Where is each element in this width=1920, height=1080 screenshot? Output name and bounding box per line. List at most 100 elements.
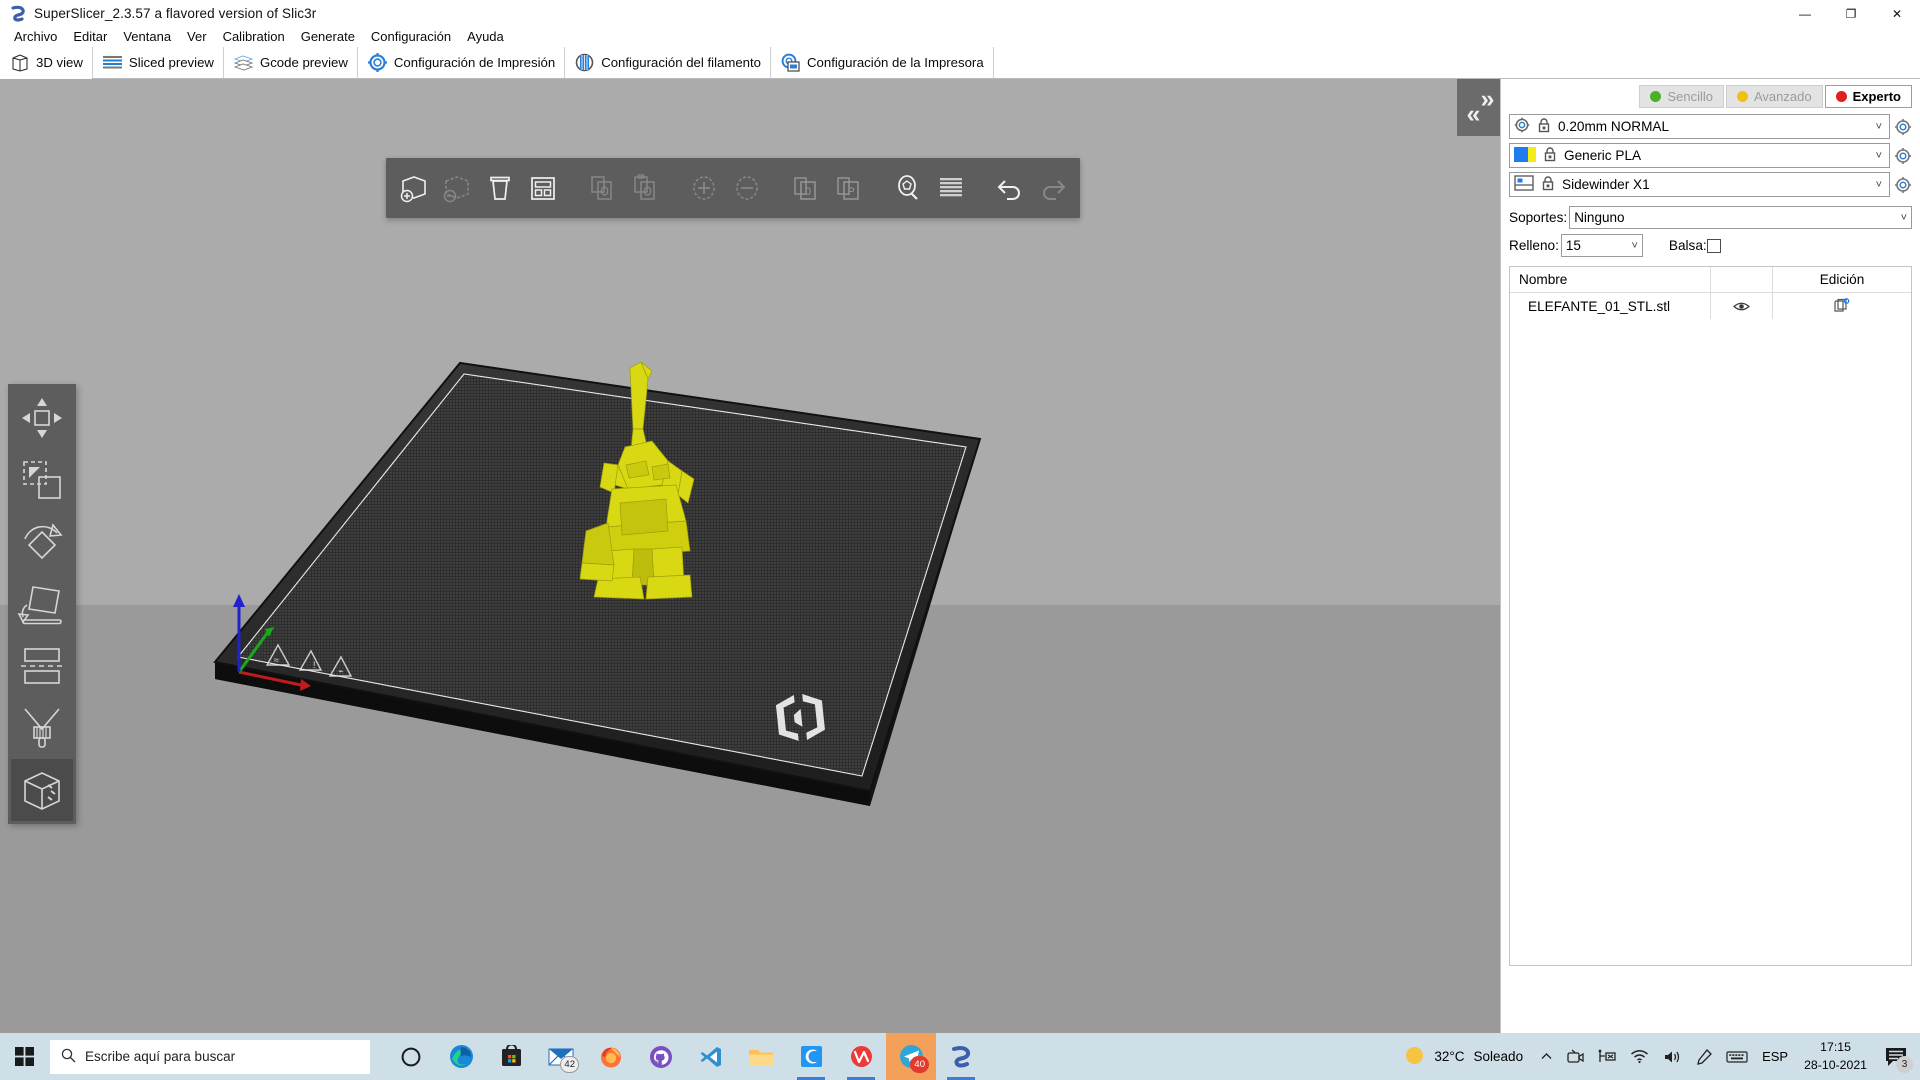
close-button[interactable]: ✕ — [1874, 0, 1920, 27]
infill-combo[interactable]: 15 ˅ — [1560, 234, 1643, 257]
svg-text:!: ! — [313, 660, 316, 670]
superslicer-icon[interactable] — [936, 1033, 986, 1080]
menu-editar[interactable]: Editar — [65, 27, 115, 47]
mode-label: Sencillo — [1667, 89, 1713, 104]
tab-label: Gcode preview — [259, 55, 348, 70]
menu-generate[interactable]: Generate — [293, 27, 363, 47]
mode-button-avanzado[interactable]: Avanzado — [1726, 85, 1823, 108]
notifications-button[interactable]: 3 — [1876, 1033, 1916, 1080]
vivaldi-icon[interactable] — [836, 1033, 886, 1080]
github-desktop-icon[interactable] — [636, 1033, 686, 1080]
column-header-visibility — [1710, 266, 1772, 293]
volume-icon[interactable] — [1656, 1033, 1689, 1080]
filament-preset-combo[interactable]: Generic PLA ˅ — [1509, 143, 1890, 168]
menu-configuracion[interactable]: Configuración — [363, 27, 459, 47]
pen-icon[interactable] — [1689, 1033, 1719, 1080]
tab-bar: 3D view Sliced preview Gcode preview Con… — [0, 47, 1920, 79]
copy-icon[interactable] — [580, 165, 623, 211]
raft-checkbox[interactable] — [1706, 238, 1721, 253]
variable-layer-height-icon[interactable] — [929, 165, 972, 211]
object-settings-icon[interactable] — [1772, 293, 1911, 319]
telegram-icon[interactable]: 40 — [886, 1033, 936, 1080]
search-input[interactable]: Escribe aquí para buscar — [50, 1039, 370, 1074]
microsoft-store-icon[interactable] — [486, 1033, 536, 1080]
redo-icon[interactable] — [1031, 165, 1074, 211]
mode-button-experto[interactable]: Experto — [1824, 85, 1912, 108]
search-icon[interactable] — [886, 165, 929, 211]
usb-eject-icon[interactable] — [1591, 1033, 1623, 1080]
weather-widget[interactable]: 32°C Soleado — [1394, 1033, 1533, 1080]
supports-row: Soportes: Ninguno ˅ — [1509, 206, 1912, 229]
rotate-gizmo-icon[interactable] — [11, 511, 73, 573]
menu-ayuda[interactable]: Ayuda — [459, 27, 512, 47]
file-explorer-icon[interactable] — [736, 1033, 786, 1080]
filament-spool-icon — [574, 52, 595, 73]
minimize-button[interactable]: — — [1782, 0, 1828, 27]
printer-preset-combo[interactable]: Sidewinder X1 ˅ — [1509, 172, 1890, 197]
mode-button-sencillo[interactable]: Sencillo — [1639, 85, 1724, 108]
firefox-icon[interactable] — [586, 1033, 636, 1080]
tab-3d-view[interactable]: 3D view — [0, 47, 93, 79]
menu-ver[interactable]: Ver — [179, 27, 215, 47]
collapse-sidebar-button[interactable]: » « — [1457, 79, 1500, 136]
add-icon[interactable] — [392, 165, 435, 211]
show-hidden-icons-chevron-icon[interactable] — [1533, 1033, 1560, 1080]
lock-icon — [1543, 146, 1557, 165]
move-gizmo-icon[interactable] — [11, 387, 73, 449]
menu-archivo[interactable]: Archivo — [6, 27, 65, 47]
table-row[interactable]: ELEFANTE_01_STL.stl — [1510, 293, 1911, 319]
weather-desc: Soleado — [1473, 1049, 1524, 1064]
place-on-face-gizmo-icon[interactable] — [11, 573, 73, 635]
tab-filament-settings[interactable]: Configuración del filamento — [565, 47, 771, 78]
remove-instance-icon[interactable] — [725, 165, 768, 211]
chevron-right-double-icon: » — [1480, 84, 1495, 113]
scale-gizmo-icon[interactable] — [11, 449, 73, 511]
undo-icon[interactable] — [988, 165, 1031, 211]
clock[interactable]: 17:15 28-10-2021 — [1795, 1033, 1876, 1080]
paint-support-gizmo-icon[interactable] — [11, 697, 73, 759]
tab-print-settings[interactable]: Configuración de Impresión — [357, 47, 566, 78]
windows-start-icon[interactable] — [0, 1033, 48, 1080]
cortana-icon[interactable] — [386, 1033, 436, 1080]
printer-preset-edit-icon[interactable] — [1894, 176, 1912, 194]
split-to-parts-icon[interactable]: P — [827, 165, 870, 211]
print-preset-edit-icon[interactable] — [1894, 118, 1912, 136]
menu-ventana[interactable]: Ventana — [115, 27, 179, 47]
visual-studio-code-icon[interactable] — [686, 1033, 736, 1080]
delete-icon[interactable] — [435, 165, 478, 211]
cut-gizmo-icon[interactable] — [11, 635, 73, 697]
3d-viewport[interactable]: ≈ ! ⌁ » « 0 P — [0, 79, 1500, 1080]
tab-sliced-preview[interactable]: Sliced preview — [92, 47, 224, 78]
keyboard-icon[interactable] — [1719, 1033, 1755, 1080]
maximize-button[interactable]: ❐ — [1828, 0, 1874, 27]
mail-icon[interactable]: 42 — [536, 1033, 586, 1080]
cura-icon[interactable] — [786, 1033, 836, 1080]
eye-icon[interactable] — [1710, 293, 1772, 319]
language-indicator[interactable]: ESP — [1755, 1033, 1795, 1080]
arrange-icon[interactable] — [521, 165, 564, 211]
wifi-icon[interactable] — [1623, 1033, 1656, 1080]
green-dot-icon — [1650, 91, 1662, 102]
print-settings-gear-icon — [367, 52, 388, 73]
tab-label: Configuración de la Impresora — [807, 55, 984, 70]
print-preset-combo[interactable]: 0.20mm NORMAL ˅ — [1509, 114, 1890, 139]
tab-gcode-preview[interactable]: Gcode preview — [223, 47, 358, 78]
print-gear-icon — [1514, 117, 1530, 136]
split-to-objects-icon[interactable]: 0 — [784, 165, 827, 211]
filament-preset-edit-icon[interactable] — [1894, 147, 1912, 165]
menu-calibration[interactable]: Calibration — [215, 27, 293, 47]
tab-printer-settings[interactable]: Configuración de la Impresora — [771, 47, 994, 78]
seam-painting-gizmo-icon[interactable] — [11, 759, 73, 821]
object-list-header: Nombre Edición — [1510, 266, 1911, 293]
layers-lines-icon — [102, 52, 123, 73]
microsoft-edge-icon[interactable] — [436, 1033, 486, 1080]
camera-icon[interactable] — [1560, 1033, 1591, 1080]
paste-icon[interactable] — [623, 165, 666, 211]
window-controls: — ❐ ✕ — [1782, 0, 1920, 27]
supports-combo[interactable]: Ninguno ˅ — [1569, 206, 1912, 229]
tab-label: Configuración del filamento — [601, 55, 761, 70]
add-instance-icon[interactable] — [682, 165, 725, 211]
svg-text:0: 0 — [805, 186, 811, 198]
delete-all-icon[interactable] — [478, 165, 521, 211]
preset-row-printer: Sidewinder X1 ˅ — [1509, 172, 1912, 197]
